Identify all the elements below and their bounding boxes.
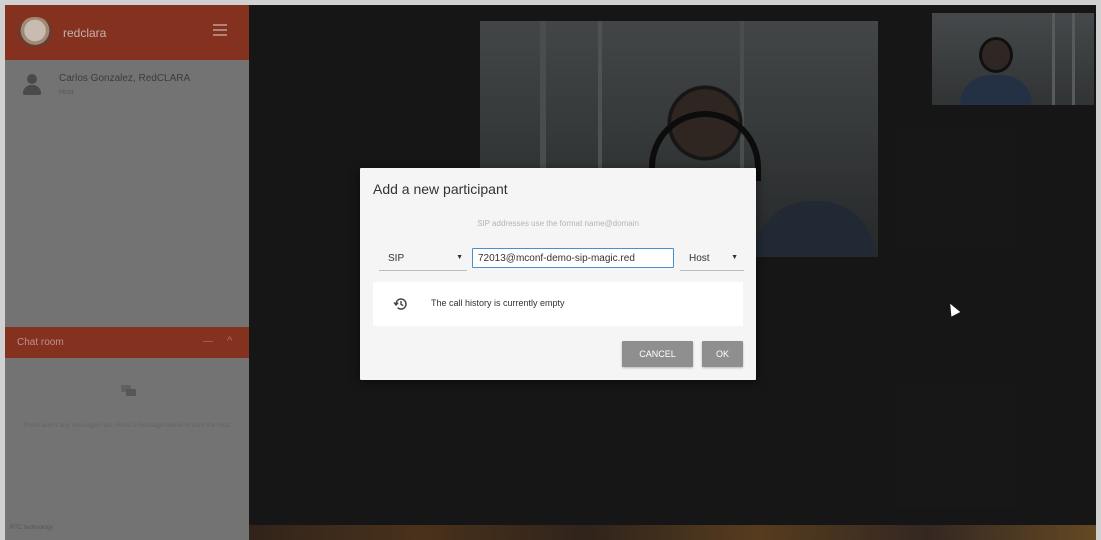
chevron-down-icon: ▼	[731, 254, 738, 261]
call-history-panel: The call history is currently empty	[373, 282, 743, 326]
history-empty-text: The call history is currently empty	[431, 298, 565, 308]
address-input[interactable]	[472, 248, 674, 268]
cancel-button[interactable]: CANCEL	[622, 341, 693, 367]
chevron-down-icon: ▼	[456, 254, 463, 261]
protocol-select[interactable]: SIP ▼	[379, 248, 467, 271]
protocol-value: SIP	[388, 253, 405, 264]
add-participant-dialog: Add a new participant SIP addresses use …	[360, 168, 756, 380]
participant-input-row: SIP ▼ Host ▼	[379, 248, 744, 271]
dialog-hint: SIP addresses use the format name@domain	[477, 219, 639, 228]
role-value: Host	[689, 253, 710, 264]
dialog-title: Add a new participant	[373, 181, 508, 197]
role-select[interactable]: Host ▼	[680, 248, 744, 271]
history-icon	[393, 298, 407, 310]
ok-button[interactable]: OK	[702, 341, 743, 367]
